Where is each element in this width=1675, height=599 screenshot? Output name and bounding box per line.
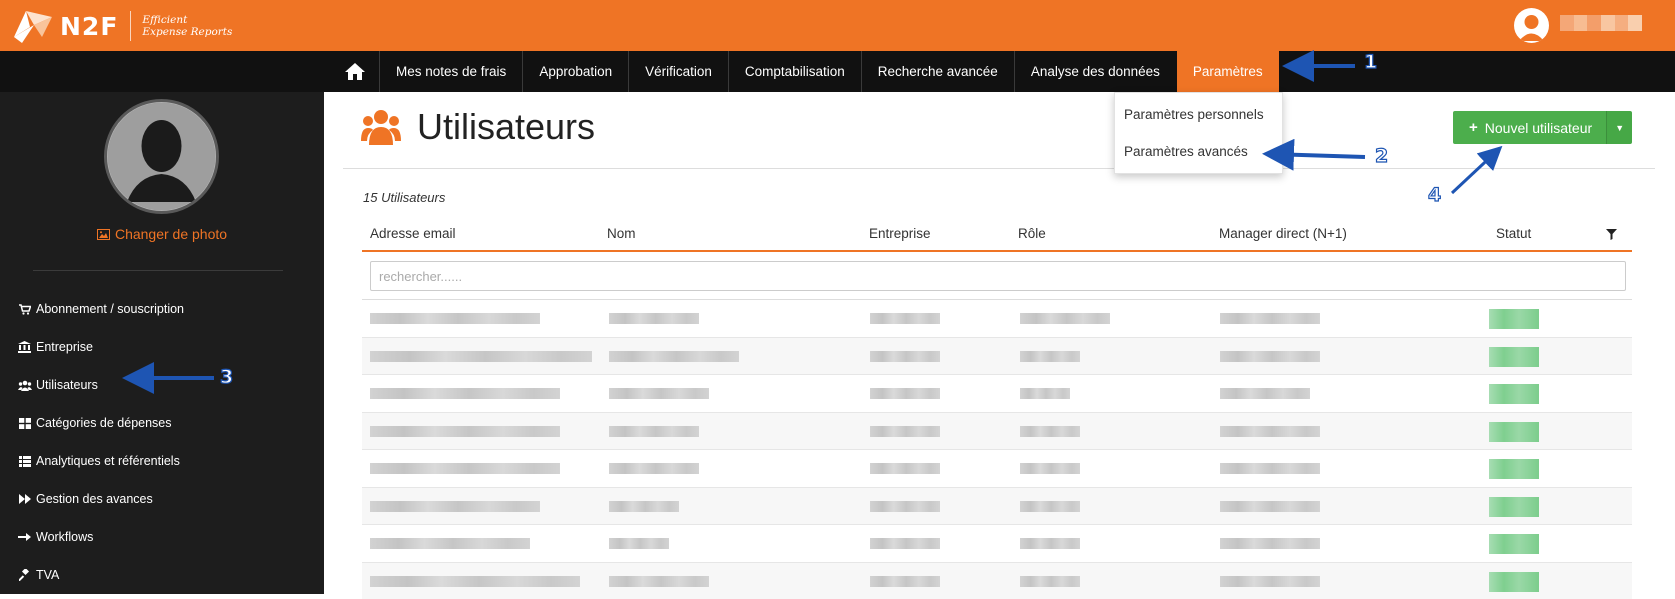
annotation-label-1: 1 [1364, 51, 1377, 73]
annotation-arrow-2 [1270, 154, 1365, 157]
annotation-label-3: 3 [220, 366, 233, 388]
annotation-label-2: 2 [1375, 145, 1388, 167]
annotation-arrow-4 [1452, 150, 1498, 193]
annotation-label-4: 4 [1428, 184, 1441, 206]
annotation-arrows [0, 0, 1675, 594]
